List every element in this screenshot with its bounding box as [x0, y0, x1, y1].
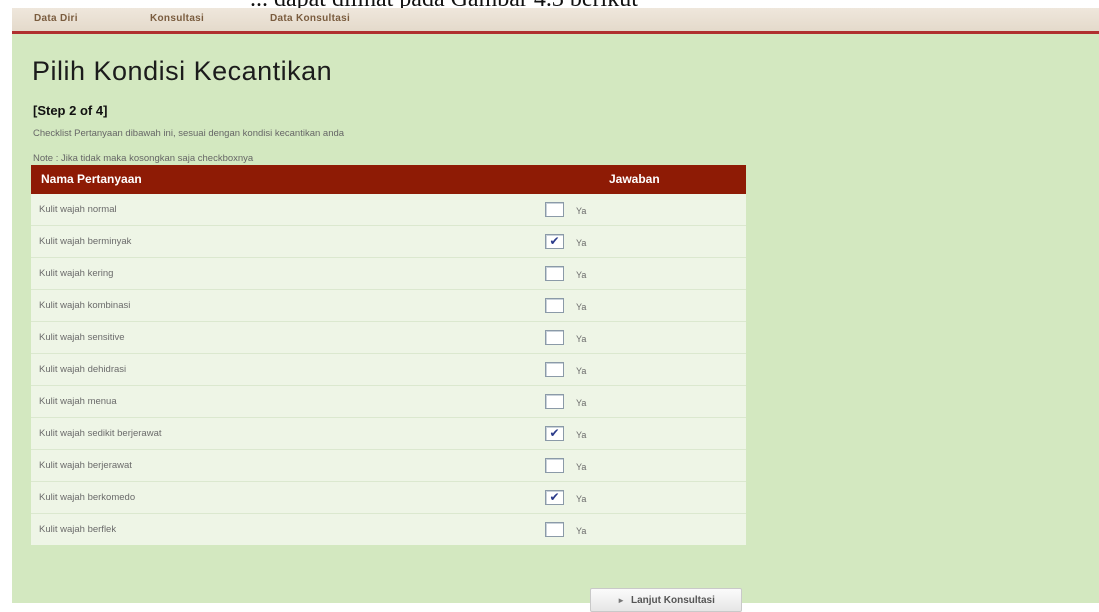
answer-label: Ya — [576, 302, 587, 312]
answer-label: Ya — [576, 238, 587, 248]
instruction-text: Checklist Pertanyaan dibawah ini, sesuai… — [33, 128, 345, 139]
question-label: Kulit wajah berjerawat — [39, 460, 132, 471]
answer-checkbox[interactable]: ✔ — [545, 490, 564, 505]
question-label: Kulit wajah berkomedo — [39, 492, 136, 503]
note-text: Note : Jika tidak maka kosongkan saja ch… — [33, 153, 254, 164]
table-row: Kulit wajah sensitive Ya — [31, 322, 746, 354]
table-row: Kulit wajah normal Ya — [31, 194, 746, 226]
answer-checkbox[interactable] — [545, 394, 564, 409]
answer-checkbox[interactable] — [545, 266, 564, 281]
answer-checkbox[interactable] — [545, 522, 564, 537]
question-label: Kulit wajah kombinasi — [39, 300, 131, 311]
table-row: Kulit wajah menua Ya — [31, 386, 746, 418]
answer-checkbox[interactable] — [545, 330, 564, 345]
answer-checkbox[interactable] — [545, 298, 564, 313]
question-label: Kulit wajah kering — [39, 268, 114, 279]
nav-konsultasi[interactable]: Konsultasi — [150, 13, 204, 24]
table-header: Nama Pertanyaan Jawaban — [31, 165, 746, 194]
nav-data-diri[interactable]: Data Diri — [34, 13, 78, 24]
question-table: Nama Pertanyaan Jawaban Kulit wajah norm… — [31, 165, 746, 545]
question-label: Kulit wajah dehidrasi — [39, 364, 127, 375]
answer-checkbox[interactable] — [545, 458, 564, 473]
app-frame: Data Diri Konsultasi Data Konsultasi Pil… — [12, 8, 1099, 612]
answer-label: Ya — [576, 366, 587, 376]
question-label: Kulit wajah sedikit berjerawat — [39, 428, 162, 439]
header-answer: Jawaban — [609, 172, 660, 186]
answer-checkbox[interactable]: ✔ — [545, 234, 564, 249]
answer-label: Ya — [576, 398, 587, 408]
lanjut-konsultasi-button[interactable]: ► Lanjut Konsultasi — [590, 588, 742, 612]
table-row: Kulit wajah berjerawat Ya — [31, 450, 746, 482]
question-label: Kulit wajah berminyak — [39, 236, 132, 247]
table-row: Kulit wajah berkomedo ✔ Ya — [31, 482, 746, 514]
top-navigation: Data Diri Konsultasi Data Konsultasi — [12, 8, 1099, 34]
header-question: Nama Pertanyaan — [41, 172, 142, 186]
answer-label: Ya — [576, 494, 587, 504]
table-row: Kulit wajah kering Ya — [31, 258, 746, 290]
question-label: Kulit wajah sensitive — [39, 332, 125, 343]
table-row: Kulit wajah berminyak ✔ Ya — [31, 226, 746, 258]
answer-label: Ya — [576, 270, 587, 280]
answer-checkbox[interactable] — [545, 202, 564, 217]
arrow-right-icon: ► — [617, 595, 625, 605]
question-label: Kulit wajah normal — [39, 204, 117, 215]
answer-checkbox[interactable]: ✔ — [545, 426, 564, 441]
answer-label: Ya — [576, 526, 587, 536]
answer-label: Ya — [576, 430, 587, 440]
table-row: Kulit wajah kombinasi Ya — [31, 290, 746, 322]
question-label: Kulit wajah menua — [39, 396, 117, 407]
answer-label: Ya — [576, 462, 587, 472]
nav-data-konsultasi[interactable]: Data Konsultasi — [270, 13, 350, 24]
answer-label: Ya — [576, 206, 587, 216]
table-row: Kulit wajah dehidrasi Ya — [31, 354, 746, 386]
step-indicator: [Step 2 of 4] — [33, 103, 108, 118]
table-row: Kulit wajah sedikit berjerawat ✔ Ya — [31, 418, 746, 450]
table-row: Kulit wajah berflek Ya — [31, 514, 746, 545]
answer-label: Ya — [576, 334, 587, 344]
answer-checkbox[interactable] — [545, 362, 564, 377]
submit-label: Lanjut Konsultasi — [631, 594, 715, 606]
page-title: Pilih Kondisi Kecantikan — [32, 56, 333, 86]
table-body: Kulit wajah normal Ya Kulit wajah berminya… — [31, 194, 746, 545]
question-label: Kulit wajah berflek — [39, 524, 117, 535]
